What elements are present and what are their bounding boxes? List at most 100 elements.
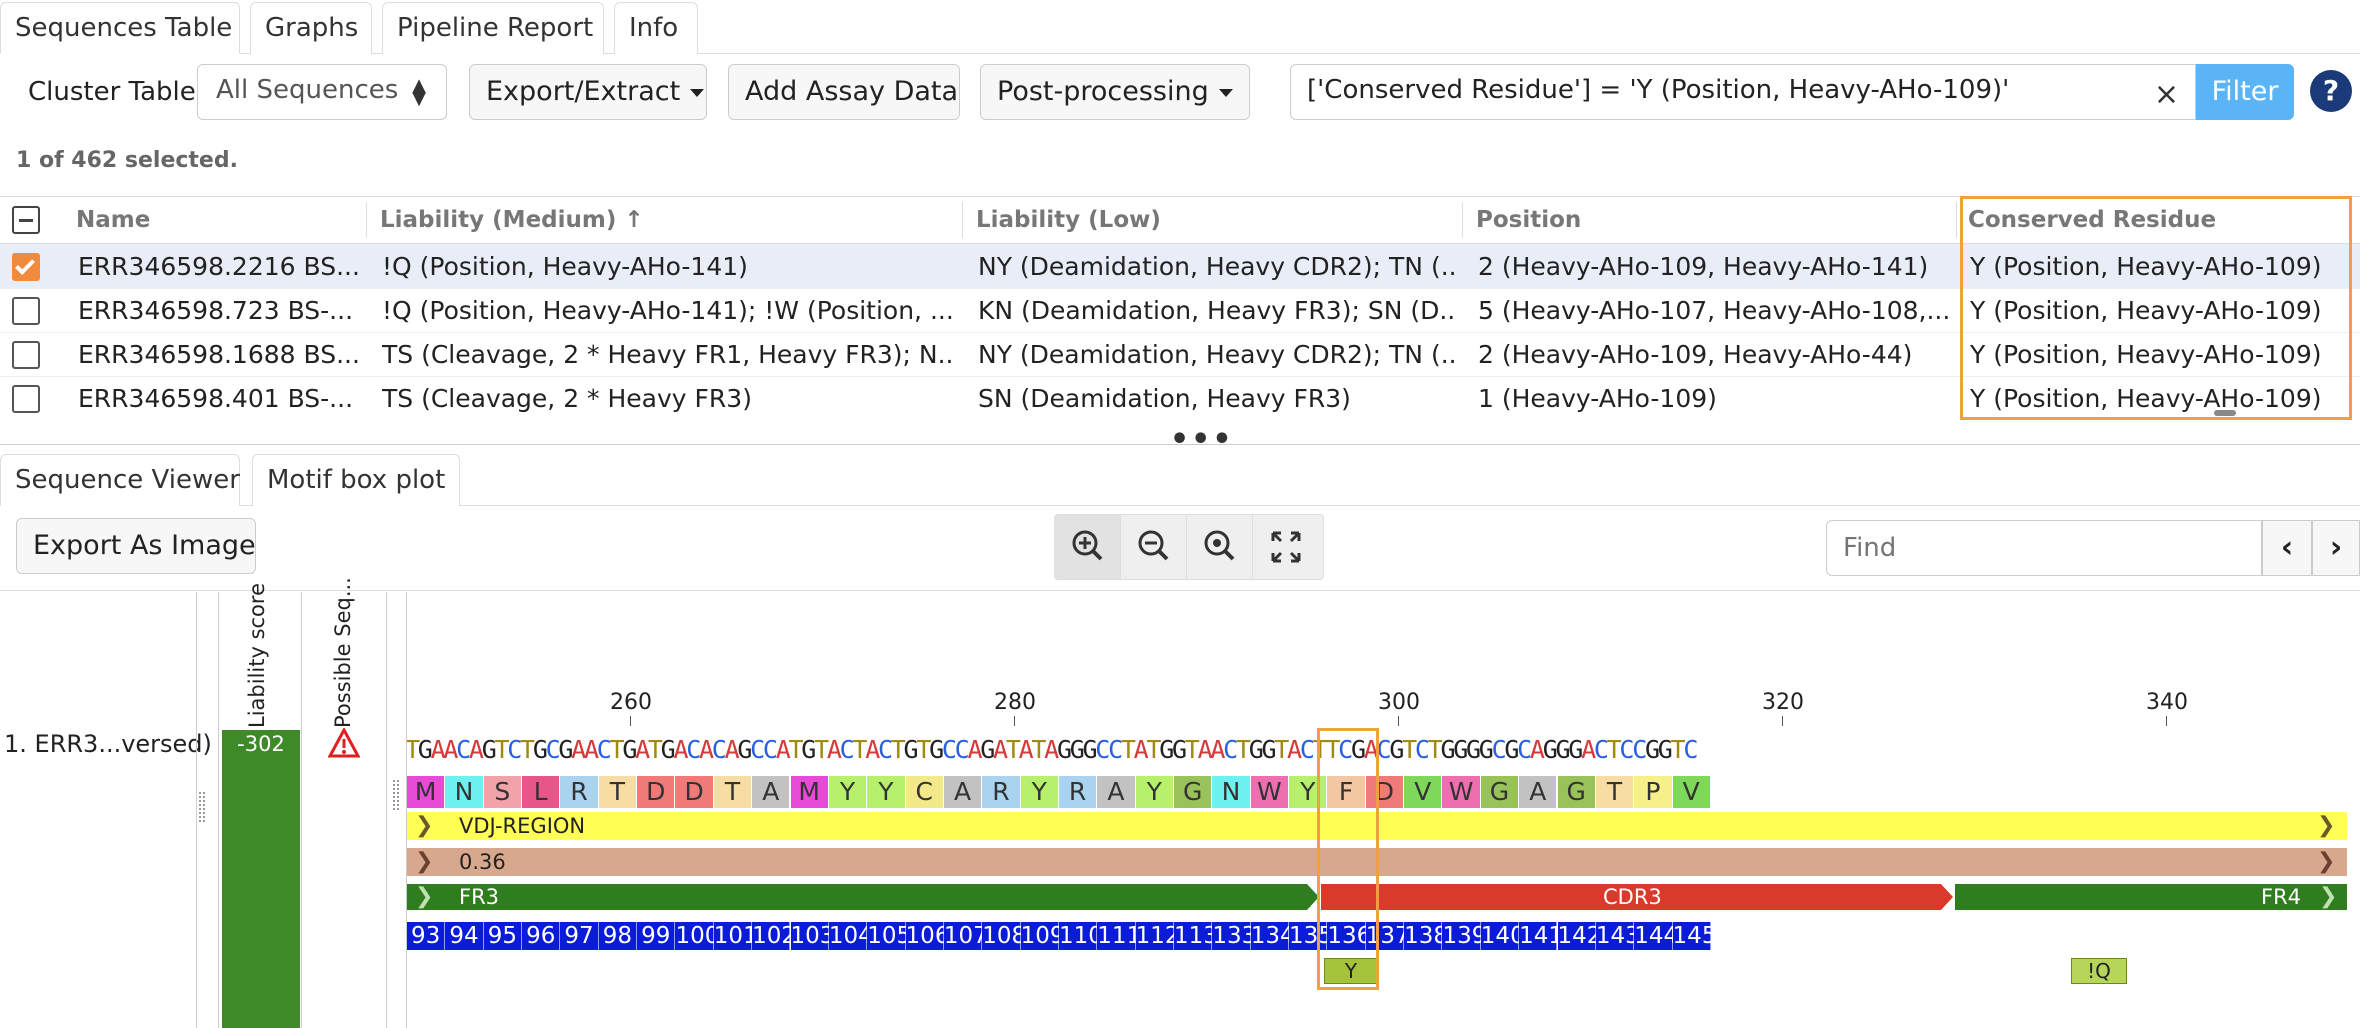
post-processing-label: Post-processing	[997, 76, 1209, 107]
tab-info[interactable]: Info	[614, 2, 698, 54]
cell-name: ERR346598.723 BS-...	[78, 296, 354, 325]
filter-query-text: ['Conserved Residue'] = 'Y (Position, He…	[1307, 75, 2010, 105]
zoom-reset-icon	[1204, 530, 1235, 561]
filter-button[interactable]: Filter	[2196, 64, 2294, 120]
sort-asc-icon: ↑	[624, 207, 644, 233]
caret-down-icon	[1218, 88, 1233, 97]
find-next-button[interactable]: ›	[2312, 520, 2360, 576]
updown-icon: ▲ ▼	[412, 75, 426, 109]
tab-motif-box-plot[interactable]: Motif box plot	[252, 454, 460, 506]
marker-q[interactable]: !Q	[2071, 958, 2127, 984]
position-number: 105	[867, 922, 912, 950]
cell-name: ERR346598.401 BS-...	[78, 384, 354, 413]
position-number: 112	[1135, 922, 1180, 950]
export-extract-label: Export/Extract	[486, 76, 681, 107]
cell-position: 1 (Heavy-AHo-109)	[1478, 384, 1717, 413]
liability-score-bar	[222, 730, 300, 1028]
position-number: 111	[1097, 922, 1142, 950]
position-number: 107	[943, 922, 988, 950]
find-prev-button[interactable]: ‹	[2262, 520, 2312, 576]
position-number: 96	[522, 922, 561, 950]
col-header-name[interactable]: Name	[76, 196, 150, 244]
position-number: 100	[675, 922, 720, 950]
check-icon	[15, 255, 35, 275]
tab-graphs[interactable]: Graphs	[250, 2, 372, 54]
table-scroll-thumb[interactable]	[2214, 410, 2236, 416]
liability-score-header: Liability score	[245, 582, 269, 728]
zoom-out-icon	[1138, 530, 1169, 561]
position-number: 103	[790, 922, 835, 950]
liability-score-value: -302	[237, 732, 285, 756]
expand-icon	[1271, 531, 1301, 563]
cell-liability-low: SN (Deamidation, Heavy FR3)	[978, 384, 1351, 413]
row-checkbox[interactable]	[12, 385, 40, 413]
export-as-image-button[interactable]: Export As Image	[16, 518, 256, 574]
zoom-reset-button[interactable]	[1187, 515, 1253, 579]
post-processing-button[interactable]: Post-processing	[980, 64, 1250, 120]
filter-input[interactable]: ['Conserved Residue'] = 'Y (Position, He…	[1290, 64, 2196, 120]
row-checkbox[interactable]	[12, 341, 40, 369]
residue-109-highlight	[1317, 728, 1379, 990]
cell-liability-medium: TS (Cleavage, 2 * Heavy FR1, Heavy FR3);…	[382, 340, 954, 369]
select-all-checkbox[interactable]	[12, 206, 40, 234]
col-divider	[962, 202, 963, 238]
position-number: 93	[407, 922, 446, 950]
tab-sequences-table[interactable]: Sequences Table	[0, 2, 240, 54]
col-header-liability-medium[interactable]: Liability (Medium) ↑	[380, 196, 644, 244]
cell-liability-low: KN (Deamidation, Heavy FR3); SN (D...	[978, 296, 1456, 325]
add-assay-data-button[interactable]: Add Assay Data	[728, 64, 960, 120]
cell-liability-low: NY (Deamidation, Heavy CDR2); TN (...	[978, 252, 1456, 281]
possible-seq-header: Possible Seq...	[331, 577, 355, 728]
selection-status: 1 of 462 selected.	[16, 148, 238, 173]
sequence-track: 260 280 300 320 340 TGAACAGTCTGCGAACTGATGACA…	[407, 592, 2360, 1028]
position-number: 99	[637, 922, 676, 950]
cluster-label: Cluster Table:	[28, 77, 205, 107]
col-header-liability-medium-label: Liability (Medium)	[380, 207, 617, 233]
fit-screen-button[interactable]	[1253, 515, 1319, 579]
tab-sequence-viewer[interactable]: Sequence Viewer	[0, 454, 240, 506]
row-checkbox[interactable]	[12, 297, 40, 325]
position-number: 108	[982, 922, 1027, 950]
position-number: 133	[1212, 922, 1257, 950]
position-number: 141	[1519, 922, 1564, 950]
warning-icon	[328, 728, 360, 758]
position-number: 110	[1058, 922, 1103, 950]
position-number: 101	[713, 922, 758, 950]
col-header-position[interactable]: Position	[1476, 196, 1581, 244]
position-number: 144	[1634, 922, 1679, 950]
cluster-select[interactable]: All Sequences ▲ ▼	[197, 64, 447, 120]
cell-liability-medium: TS (Cleavage, 2 * Heavy FR3)	[382, 384, 752, 413]
position-number: 113	[1174, 922, 1218, 950]
zoom-in-button[interactable]	[1055, 515, 1121, 579]
conserved-residue-highlight	[1960, 196, 2352, 420]
export-extract-button[interactable]: Export/Extract	[469, 64, 707, 120]
cell-position: 2 (Heavy-AHo-109, Heavy-AHo-44)	[1478, 340, 1913, 369]
zoom-controls	[1054, 514, 1324, 580]
clear-icon[interactable]: ×	[2154, 77, 2179, 112]
position-number: 97	[560, 922, 599, 950]
position-number: 139	[1442, 922, 1487, 950]
zoom-in-icon	[1072, 530, 1103, 561]
find-input[interactable]	[1826, 520, 2262, 576]
app-window: { "top_tabs": ["Sequences Table", "Graph…	[0, 0, 2360, 1028]
col-divider	[1956, 202, 1957, 238]
minus-icon	[19, 219, 33, 222]
top-tab-bar: Sequences Table Graphs Pipeline Report I…	[0, 0, 2360, 54]
tab-pipeline-report[interactable]: Pipeline Report	[382, 2, 604, 54]
caret-down-icon	[690, 88, 705, 97]
help-icon[interactable]: ?	[2310, 70, 2352, 112]
sequence-label[interactable]: 1. ERR3...versed)	[4, 730, 212, 758]
position-number: 94	[445, 922, 484, 950]
cell-position: 2 (Heavy-AHo-109, Heavy-AHo-141)	[1478, 252, 1929, 281]
col-header-liability-low[interactable]: Liability (Low)	[976, 196, 1161, 244]
panel-divider	[196, 592, 197, 1028]
cell-position: 5 (Heavy-AHo-107, Heavy-AHo-108,...	[1478, 296, 1951, 325]
panel-resize-handle[interactable]	[199, 792, 205, 822]
position-number: 140	[1480, 922, 1525, 950]
zoom-out-button[interactable]	[1121, 515, 1187, 579]
bottom-tab-bar: Sequence Viewer Motif box plot	[0, 452, 2360, 506]
position-number: 143	[1595, 922, 1640, 950]
row-checkbox[interactable]	[12, 253, 40, 281]
track-resize-handle[interactable]	[393, 780, 399, 810]
position-number: 98	[598, 922, 638, 950]
